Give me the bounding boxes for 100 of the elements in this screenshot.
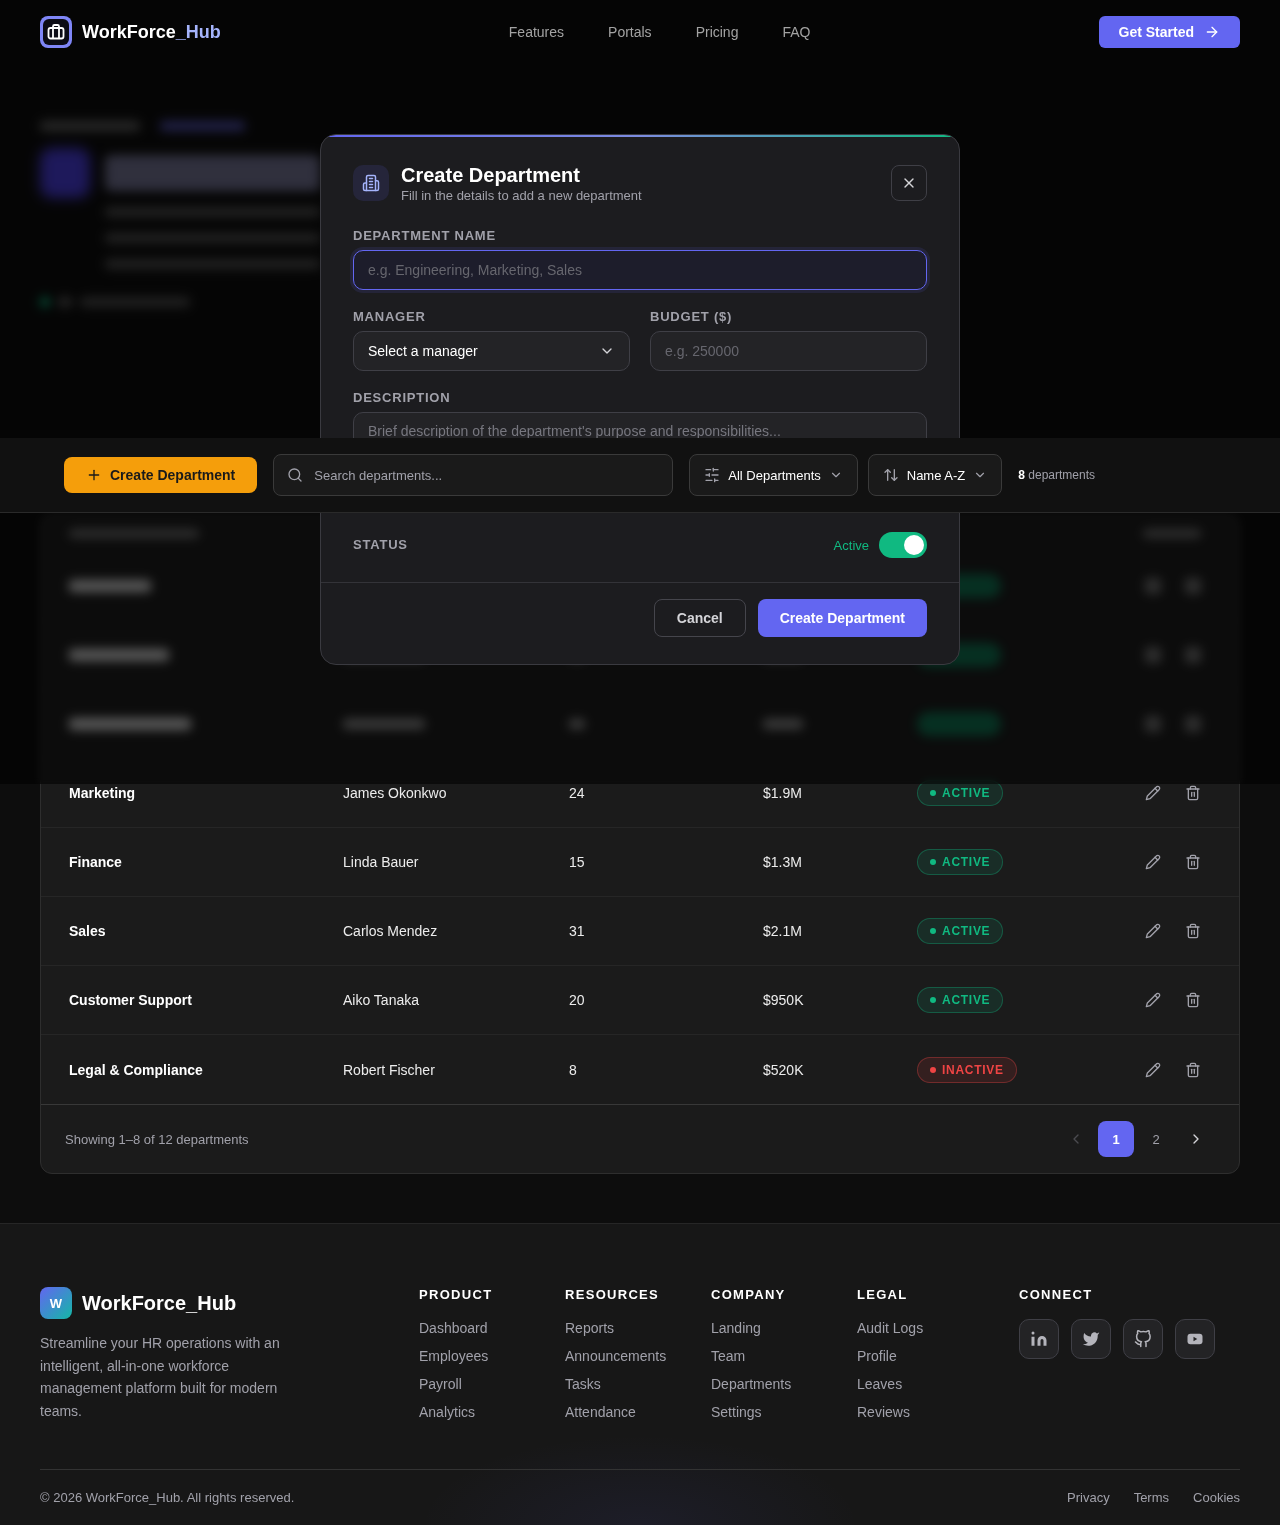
search-field[interactable]: Search departments... (273, 454, 674, 496)
footer-link[interactable]: Audit Logs (857, 1318, 924, 1338)
up-down-arrows-icon (882, 467, 899, 483)
department-name: Sales (69, 923, 106, 939)
page-button[interactable]: 2 (1138, 1121, 1174, 1157)
get-started-button[interactable]: Get Started (1098, 16, 1240, 48)
status-value-label: Active (833, 537, 869, 553)
legal-link[interactable]: Terms (1133, 1490, 1170, 1505)
budget-amount: $2.1M (763, 923, 802, 939)
footer-link[interactable]: Team (711, 1346, 746, 1366)
search-icon (287, 467, 304, 483)
sort-dropdown[interactable]: Name A-Z (867, 454, 1003, 496)
field-label: DEPARTMENT NAME (353, 228, 497, 244)
brand-description: Streamline your HR operations with an intelligent, all-in-one workforce management platform built for modern teams. (40, 1334, 281, 1421)
social-link-button[interactable] (1175, 1319, 1215, 1359)
status-toggle[interactable] (879, 532, 927, 558)
footer-column-heading: RESOURCES (565, 1287, 660, 1303)
nav-link[interactable]: Features (508, 24, 565, 40)
sliders-icon (704, 467, 721, 483)
briefcase-logo-icon (40, 16, 72, 48)
trash-icon (1185, 1061, 1201, 1078)
budget-amount: $1.3M (763, 854, 802, 870)
status-label: ACTIVE (942, 924, 991, 938)
pencil-icon (1145, 785, 1161, 801)
brand-logo: W (40, 1287, 72, 1319)
arrow-right-icon (1204, 24, 1220, 40)
footer-link[interactable]: Reports (565, 1318, 615, 1338)
cat-silhouette-icon (1134, 1330, 1152, 1348)
employee-count: 24 (569, 785, 585, 801)
status-label: ACTIVE (942, 786, 991, 800)
field-label: STATUS (353, 537, 408, 553)
field-label: DESCRIPTION (353, 390, 452, 406)
footer-column-heading: COMPANY (711, 1287, 786, 1303)
budget-amount: $950K (763, 992, 804, 1008)
status-label: INACTIVE (942, 1062, 1004, 1077)
employee-count: 8 (569, 1061, 577, 1078)
footer-link[interactable]: Employees (419, 1346, 489, 1366)
pencil-icon (1145, 923, 1161, 939)
footer-link[interactable]: Analytics (419, 1402, 476, 1422)
footer-column-heading: LEGAL (857, 1287, 908, 1303)
nav-link[interactable]: Portals (608, 24, 652, 40)
in-logo-icon (1030, 1330, 1048, 1348)
department-name: Marketing (69, 785, 136, 801)
manager-name: Robert Fischer (343, 1061, 435, 1078)
field-label: MANAGER (353, 309, 427, 325)
legal-link[interactable]: Cookies (1193, 1490, 1240, 1505)
trash-icon (1185, 854, 1201, 870)
status-label: ACTIVE (942, 993, 991, 1007)
social-link-button[interactable] (1071, 1319, 1111, 1359)
nav-link[interactable]: FAQ (782, 24, 811, 40)
legal-link[interactable]: Privacy (1067, 1490, 1110, 1505)
footer-link[interactable]: Landing (711, 1318, 761, 1338)
dialog-subtitle: Fill in the details to add a new department (401, 188, 643, 204)
manager-select[interactable]: Select a manager (353, 331, 630, 371)
employee-count: 15 (569, 854, 585, 870)
footer-link[interactable]: Settings (711, 1402, 762, 1422)
social-link-button[interactable] (1123, 1319, 1163, 1359)
budget-amount: $520K (763, 1061, 804, 1078)
create-department-submit-button[interactable]: Create Department (757, 599, 927, 637)
pencil-icon (1145, 854, 1161, 870)
status-label: ACTIVE (942, 855, 991, 869)
manager-name: Carlos Mendez (343, 923, 438, 939)
manager-name: Linda Bauer (343, 854, 419, 870)
trash-icon (1185, 785, 1201, 801)
pencil-icon (1145, 992, 1161, 1008)
footer-link[interactable]: Leaves (857, 1374, 903, 1394)
department-filter-dropdown[interactable]: All Departments (689, 454, 858, 496)
footer-link[interactable]: Profile (857, 1346, 897, 1366)
footer-link[interactable]: Tasks (565, 1374, 601, 1394)
employee-count: 20 (569, 992, 585, 1008)
brand-name: WorkForce_Hub (82, 1291, 237, 1315)
footer-link[interactable]: Departments (711, 1374, 792, 1394)
trash-icon (1185, 992, 1201, 1008)
field-label: BUDGET ($) (650, 309, 734, 325)
bird-icon (1082, 1330, 1100, 1348)
brand-name: WorkForce_Hub (82, 21, 221, 43)
cancel-button[interactable]: Cancel (653, 599, 746, 637)
copyright-text: © 2026 WorkForce_Hub. All rights reserved. (40, 1490, 295, 1505)
manager-name: Aiko Tanaka (343, 992, 419, 1008)
manager-name: James Okonkwo (343, 785, 447, 801)
budget-field[interactable]: e.g. 250000 (650, 331, 927, 371)
department-name-field[interactable]: e.g. Engineering, Marketing, Sales (353, 250, 927, 290)
footer-link[interactable]: Payroll (419, 1374, 462, 1394)
building-icon (353, 165, 389, 201)
footer-link[interactable]: Attendance (565, 1402, 636, 1422)
page-button[interactable]: 1 (1098, 1121, 1134, 1157)
footer-link[interactable]: Reviews (857, 1402, 910, 1422)
department-count: 8 departments (1018, 468, 1095, 482)
footer-link[interactable]: Dashboard (419, 1318, 488, 1338)
trash-icon (1185, 923, 1201, 939)
social-link-button[interactable] (1019, 1319, 1059, 1359)
footer-link[interactable]: Announcements (565, 1346, 667, 1366)
employee-count: 31 (569, 923, 585, 939)
create-department-button[interactable]: Create Department (64, 457, 258, 493)
footer-column-heading: PRODUCT (419, 1287, 493, 1303)
close-button[interactable] (891, 165, 927, 201)
pagination-summary: Showing 1–8 of 12 departments (65, 1131, 249, 1147)
footer-column-heading: CONNECT (1019, 1287, 1093, 1303)
dialog-title: Create Department (401, 165, 581, 185)
nav-link[interactable]: Pricing (695, 24, 739, 40)
